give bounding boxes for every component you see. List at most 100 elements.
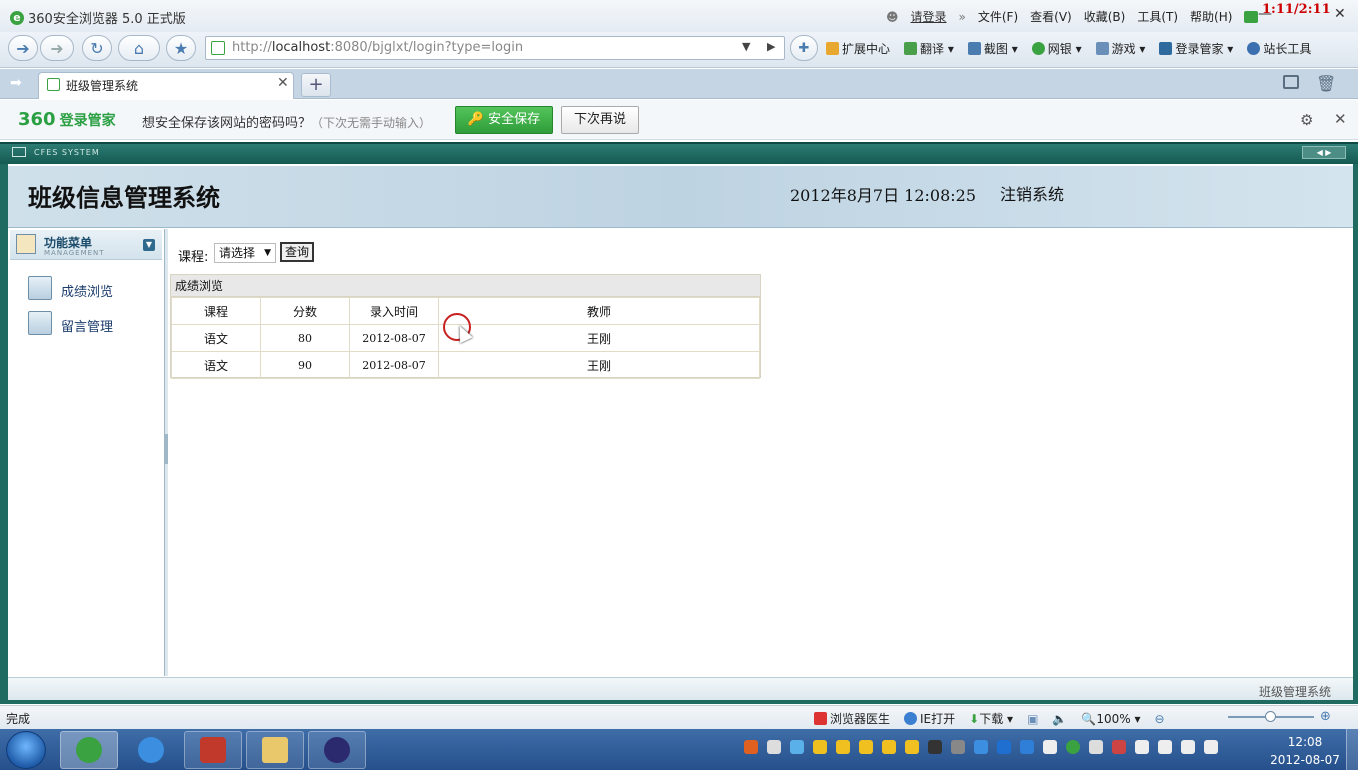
remind-later-button[interactable]: 下次再说: [561, 106, 639, 134]
screenshot-tool[interactable]: 截图 ▾: [967, 40, 1018, 57]
tab-close-icon[interactable]: ✕: [277, 75, 289, 91]
home-icon: ⌂: [133, 38, 145, 58]
login-link[interactable]: 请登录: [911, 8, 947, 25]
games-tool[interactable]: 游戏 ▾: [1095, 40, 1145, 57]
restore-tabs-icon[interactable]: [1283, 75, 1299, 89]
user-icon: ☻: [886, 9, 899, 24]
ebank-tool[interactable]: 网银 ▾: [1031, 40, 1082, 57]
go-icon[interactable]: ▶: [767, 40, 775, 53]
input-method-icon[interactable]: [744, 740, 758, 754]
sidebar-item-messages[interactable]: 留言管理: [61, 316, 113, 335]
favorite-button[interactable]: ★: [166, 35, 196, 61]
tray-app-icon[interactable]: [1112, 740, 1126, 754]
zoom-out-icon[interactable]: ⊖: [1154, 712, 1164, 726]
taskbar-eclipse[interactable]: [308, 731, 366, 769]
close-window-button[interactable]: ✕: [1334, 6, 1346, 22]
browser-doctor-button[interactable]: 浏览器医生: [814, 710, 890, 727]
clock-date: 2012-08-07: [1270, 753, 1340, 767]
tray-app-icon[interactable]: [974, 740, 988, 754]
table-row: 语文 90 2012-08-07 王刚: [171, 351, 760, 379]
taskbar-toolbox[interactable]: [184, 731, 242, 769]
taskbar-ie[interactable]: [122, 731, 180, 769]
start-button[interactable]: [6, 731, 46, 769]
qq-icon[interactable]: [905, 740, 919, 754]
login-manager-tool[interactable]: 登录管家 ▾: [1159, 40, 1233, 57]
browser-logo-icon: e: [10, 10, 24, 25]
speaker-icon[interactable]: 🔈: [1052, 712, 1067, 726]
translate-tool[interactable]: 翻译 ▾: [904, 40, 954, 57]
logout-link[interactable]: 注销系统: [1000, 181, 1064, 205]
chevron-right-icon: »: [958, 9, 966, 24]
webmaster-tool[interactable]: 站长工具: [1247, 40, 1311, 57]
ebank-icon: [1031, 42, 1045, 55]
sidebar-toggle-icon[interactable]: ➡: [10, 75, 22, 91]
taskbar-clock[interactable]: 12:08 2012-08-07: [1268, 733, 1342, 769]
shield-icon: ✚: [798, 40, 810, 56]
table-cell: 王刚: [438, 324, 760, 352]
address-text[interactable]: http://localhost:8080/bjglxt/login?type=…: [232, 40, 523, 55]
query-button[interactable]: 查询: [280, 242, 314, 262]
tray-app-icon[interactable]: [1066, 740, 1080, 754]
close-bar-icon[interactable]: ✕: [1334, 110, 1347, 128]
collapse-menu-icon[interactable]: ▼: [143, 239, 155, 251]
new-tab-button[interactable]: +: [301, 73, 331, 97]
qq-icon[interactable]: [882, 740, 896, 754]
qq-icon[interactable]: [836, 740, 850, 754]
zoom-in-icon[interactable]: ⊕: [1320, 709, 1331, 724]
tray-app-icon[interactable]: [1089, 740, 1103, 754]
menu-help[interactable]: 帮助(H): [1190, 8, 1232, 25]
flag-icon[interactable]: [1135, 740, 1149, 754]
skin-icon[interactable]: [1244, 10, 1259, 23]
splitter-grip[interactable]: [164, 434, 168, 464]
zoom-control[interactable]: 🔍100% ▾: [1081, 712, 1140, 726]
download-button[interactable]: ⬇下载 ▾: [969, 710, 1013, 727]
refresh-button[interactable]: ↻: [82, 35, 112, 61]
zoom-slider-knob[interactable]: [1265, 711, 1276, 722]
course-select[interactable]: 请选择 ▼: [214, 243, 276, 263]
status-tools: 浏览器医生 IE打开 ⬇下载 ▾ ▣ 🔈 🔍100% ▾ ⊖: [814, 710, 1165, 727]
sidebar-item-grades[interactable]: 成绩浏览: [61, 281, 113, 300]
shield-button[interactable]: ✚: [790, 35, 818, 61]
home-button[interactable]: ⌂: [118, 35, 160, 61]
url-path: :8080/bjglxt/login?type=login: [330, 40, 524, 55]
trash-icon[interactable]: 🗑: [1316, 74, 1336, 93]
folder-icon: [262, 737, 288, 763]
tab-favicon-icon: [47, 78, 60, 91]
address-dropdown-icon[interactable]: ▼: [742, 40, 750, 53]
translate-icon: [904, 42, 918, 55]
menu-tools[interactable]: 工具(T): [1137, 8, 1178, 25]
show-desktop-button[interactable]: [1346, 729, 1358, 770]
frame-scroll-arrows[interactable]: ◀ ▶: [1302, 146, 1346, 159]
secure-save-button[interactable]: 🔑 安全保存: [455, 106, 553, 134]
system-title: 班级信息管理系统: [28, 183, 220, 212]
tray-app-icon[interactable]: [1158, 740, 1172, 754]
taskbar-360-browser[interactable]: [60, 731, 118, 769]
tray-app-icon[interactable]: [928, 740, 942, 754]
tray-app-icon[interactable]: [951, 740, 965, 754]
frame-left-border: [0, 164, 8, 702]
window-icon[interactable]: ▣: [1027, 712, 1038, 726]
menu-favorites[interactable]: 收藏(B): [1084, 8, 1126, 25]
extensions-tool[interactable]: 扩展中心: [826, 40, 890, 57]
gear-icon[interactable]: ⚙: [1300, 111, 1313, 129]
menu-file[interactable]: 文件(F): [978, 8, 1018, 25]
back-button[interactable]: ➔: [8, 35, 38, 61]
qq-icon[interactable]: [813, 740, 827, 754]
network-icon[interactable]: [1181, 740, 1195, 754]
recording-time: 1:11/2:11: [1262, 2, 1331, 17]
page-favicon-icon: [211, 41, 225, 55]
tray-app-icon[interactable]: [997, 740, 1011, 754]
qq-icon[interactable]: [859, 740, 873, 754]
toolbar-tools: 扩展中心 翻译 ▾ 截图 ▾ 网银 ▾ 游戏 ▾ 登录管家 ▾ 站长工具: [826, 40, 1311, 57]
menu-view[interactable]: 查看(V): [1030, 8, 1072, 25]
volume-icon[interactable]: [1204, 740, 1218, 754]
ie-open-button[interactable]: IE打开: [904, 710, 955, 727]
ie-icon: [904, 712, 918, 725]
tray-app-icon[interactable]: [767, 740, 781, 754]
user-card-icon: [28, 276, 52, 300]
tray-app-icon[interactable]: [790, 740, 804, 754]
forward-button[interactable]: ➜: [40, 35, 74, 61]
tray-app-icon[interactable]: [1043, 740, 1057, 754]
shield-icon[interactable]: [1020, 740, 1034, 754]
taskbar-explorer[interactable]: [246, 731, 304, 769]
